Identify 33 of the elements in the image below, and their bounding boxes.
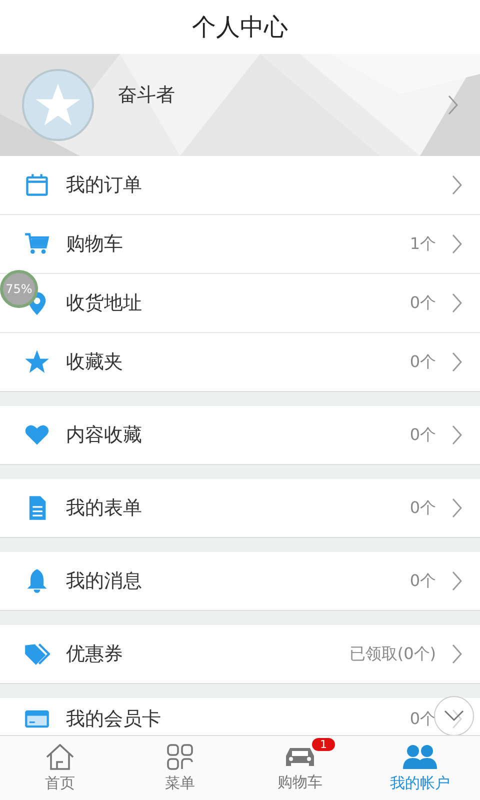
menu-row[interactable]: 我的表单 0个	[0, 479, 480, 537]
chevron-right-icon	[452, 293, 462, 313]
user-name: 奋斗者	[118, 83, 176, 108]
chevron-right-icon	[452, 571, 462, 591]
menu-row[interactable]: 优惠券 已领取(0个)	[0, 625, 480, 683]
chevron-right-icon	[452, 175, 462, 195]
home-icon	[45, 743, 75, 771]
chevron-right-icon	[452, 644, 462, 664]
chevron-right-icon	[448, 95, 458, 115]
tag-icon	[24, 641, 50, 667]
menu-row[interactable]: 我的订单	[0, 156, 480, 214]
menu-row[interactable]: 购物车 1个	[0, 214, 480, 273]
scroll-down-button[interactable]	[434, 696, 474, 735]
menu-row[interactable]: 我的会员卡 0个	[0, 698, 480, 735]
calendar-icon	[24, 172, 50, 198]
chevron-right-icon	[452, 709, 462, 729]
menu-row[interactable]: 收藏夹 0个	[0, 332, 480, 391]
grid-icon	[166, 743, 194, 771]
menu-row[interactable]: 我的消息 0个	[0, 552, 480, 610]
chevron-down-icon	[444, 710, 464, 722]
star-icon	[24, 349, 50, 375]
tab[interactable]: 菜单	[120, 736, 240, 800]
page-title: 个人中心	[192, 12, 288, 43]
chevron-right-icon	[452, 352, 462, 372]
chevron-right-icon	[452, 425, 462, 445]
chevron-right-icon	[452, 498, 462, 518]
profile-banner[interactable]: 奋斗者	[0, 54, 480, 156]
count-badge: 1	[312, 738, 335, 751]
chevron-right-icon	[452, 234, 462, 254]
tab[interactable]: 首页	[0, 736, 120, 800]
menu-row[interactable]: 内容收藏 0个	[0, 406, 480, 464]
users-icon	[403, 743, 437, 771]
tab[interactable]: 购物车 1	[240, 736, 360, 800]
